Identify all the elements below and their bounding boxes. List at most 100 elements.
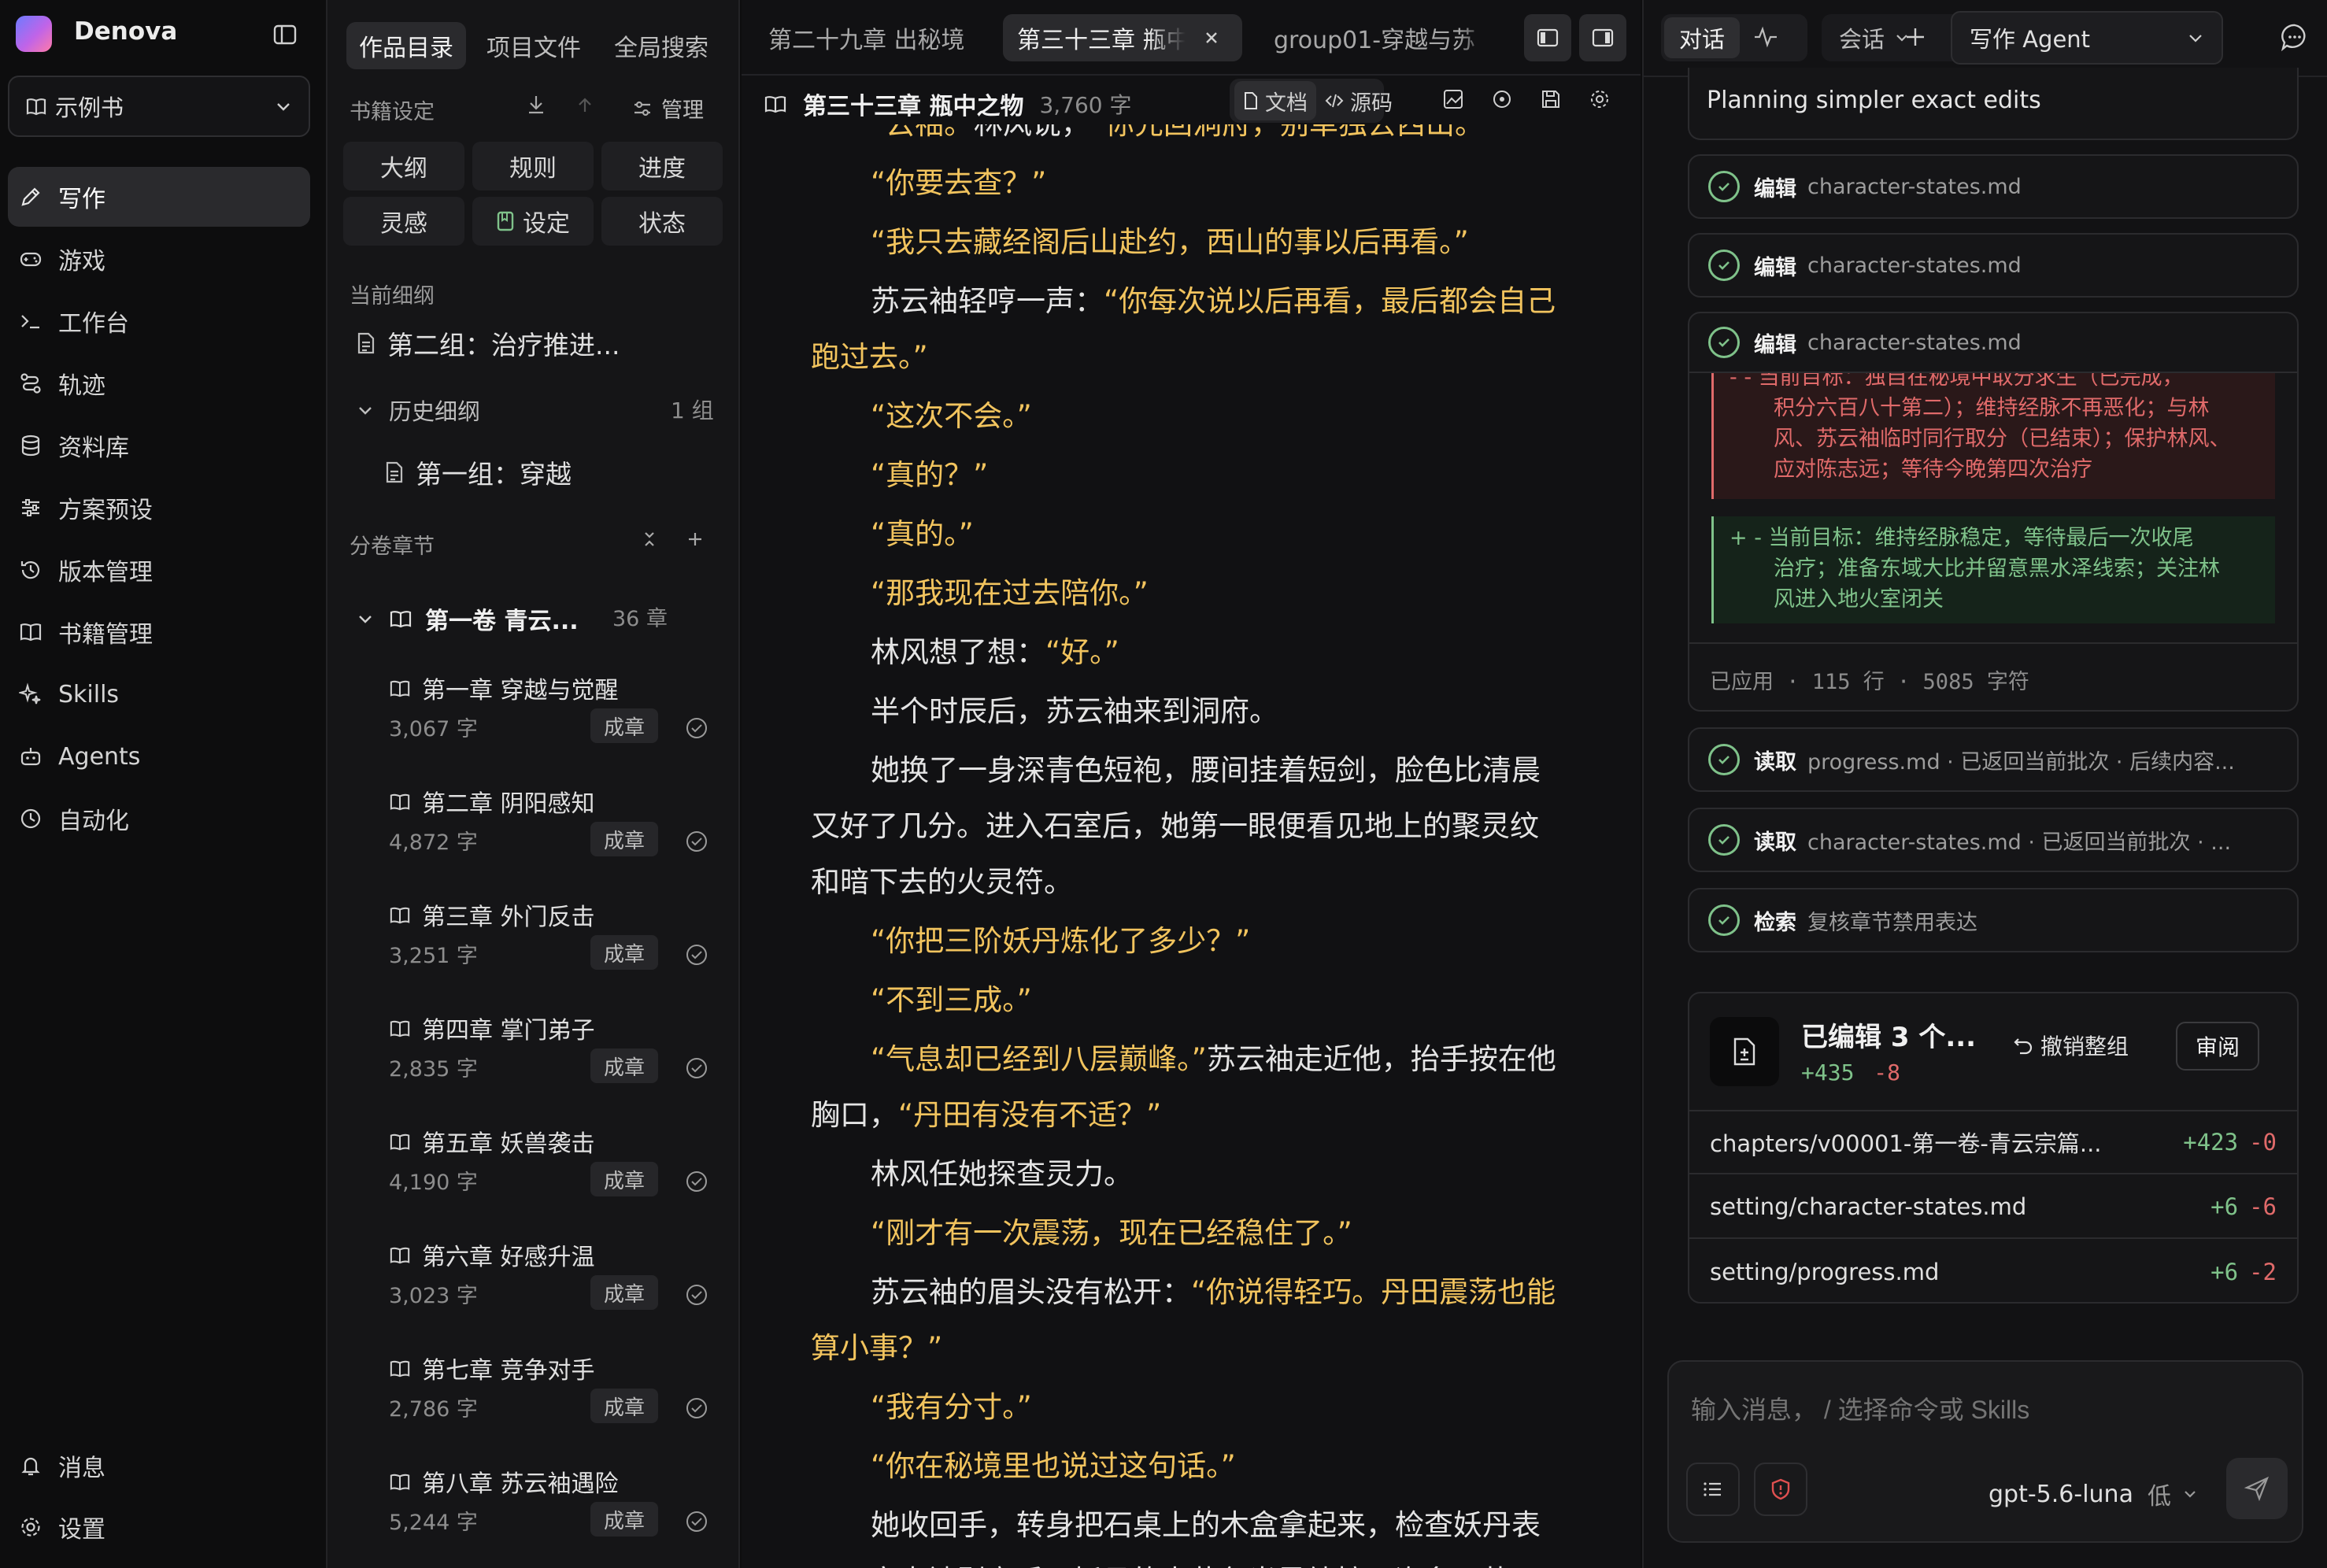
nav-item-3[interactable]: 轨迹 bbox=[8, 353, 310, 413]
nav-item-10[interactable]: 自动化 bbox=[8, 789, 310, 849]
download-icon[interactable] bbox=[524, 93, 548, 116]
session-select[interactable]: 会话 bbox=[1822, 14, 1968, 61]
grid-btn-progress[interactable]: 进度 bbox=[601, 142, 723, 190]
manage-button[interactable]: 管理 bbox=[631, 93, 704, 124]
panel-left-icon[interactable] bbox=[1524, 14, 1571, 61]
chapter-row[interactable]: 第八章 苏云袖遇险 5,244 字 成章 bbox=[327, 1464, 738, 1566]
history-outline-item[interactable]: 第一组：穿越 bbox=[384, 453, 572, 491]
tool-call-card[interactable]: 检索 复核章节禁用表达 bbox=[1688, 888, 2299, 952]
check-circle-icon[interactable] bbox=[685, 1510, 708, 1533]
add-icon[interactable] bbox=[685, 529, 705, 549]
grid-btn-rules[interactable]: 规则 bbox=[472, 142, 594, 190]
sparkle-icon bbox=[19, 682, 43, 706]
check-circle-icon[interactable] bbox=[685, 1170, 708, 1193]
close-icon[interactable] bbox=[1203, 29, 1220, 46]
mode-source-button[interactable]: 源码 bbox=[1319, 81, 1398, 120]
tab-catalog[interactable]: 作品目录 bbox=[346, 22, 466, 69]
changed-file-row[interactable]: setting/progress.md +6 -2 bbox=[1689, 1241, 2297, 1304]
file-diff-icon bbox=[1710, 1017, 1779, 1086]
editor-tab[interactable]: group01-穿越与苏 bbox=[1274, 14, 1491, 61]
nav-item-settings[interactable]: 设置 bbox=[8, 1497, 310, 1557]
nav-item-9[interactable]: Agents bbox=[8, 727, 310, 786]
edit-card[interactable]: 编辑 character-states.md bbox=[1688, 154, 2299, 219]
panel-right-icon[interactable] bbox=[1579, 14, 1626, 61]
lines-added: +6 bbox=[2210, 1193, 2239, 1220]
send-icon[interactable] bbox=[2226, 1458, 2288, 1519]
upload-icon[interactable] bbox=[573, 93, 597, 116]
nav-item-8[interactable]: Skills bbox=[8, 664, 310, 724]
changed-file-name: setting/character-states.md bbox=[1710, 1193, 2027, 1220]
grid-btn-status[interactable]: 状态 bbox=[601, 197, 723, 246]
gear-icon[interactable] bbox=[1589, 88, 1611, 110]
history-toggle[interactable]: 历史细纲 bbox=[356, 394, 480, 427]
paragraph: 苏云袖的眉头没有松开：“你说得轻巧。丹田震荡也能算小事？” bbox=[811, 1264, 1567, 1376]
diff-line-added: 治疗；准备东域大比并留意黑水泽线索；关注林 bbox=[1774, 557, 2220, 581]
check-circle-icon[interactable] bbox=[685, 1056, 708, 1080]
agent-select[interactable]: 写作 Agent bbox=[1951, 11, 2223, 65]
check-circle-icon[interactable] bbox=[685, 830, 708, 853]
image-icon[interactable] bbox=[1442, 88, 1464, 110]
book-icon bbox=[764, 93, 787, 115]
tool-call-card[interactable]: 读取 progress.md · 已返回当前批次 · 后续内容... bbox=[1688, 727, 2299, 792]
chapter-words: 4,872 字 bbox=[389, 830, 478, 855]
chapter-row[interactable]: 第三章 外门反击 3,251 字 成章 bbox=[327, 897, 738, 1000]
changed-file-row[interactable]: setting/character-states.md +6 -6 bbox=[1689, 1176, 2297, 1239]
nav-item-2[interactable]: 工作台 bbox=[8, 291, 310, 351]
grid-btn-inspiration[interactable]: 灵感 bbox=[343, 197, 464, 246]
tab-project-files[interactable]: 项目文件 bbox=[474, 22, 594, 69]
shield-icon[interactable] bbox=[1754, 1463, 1807, 1516]
nav-item-7[interactable]: 书籍管理 bbox=[8, 602, 310, 662]
nav-item-6[interactable]: 版本管理 bbox=[8, 540, 310, 600]
review-button[interactable]: 审阅 bbox=[2176, 1022, 2259, 1071]
save-icon[interactable] bbox=[1540, 88, 1562, 110]
editor-tab[interactable]: 第二十九章 出秘境 bbox=[768, 14, 965, 61]
gamepad-icon bbox=[19, 247, 43, 271]
nav-item-1[interactable]: 游戏 bbox=[8, 229, 310, 289]
undo-group-button[interactable]: 撤销整组 bbox=[2012, 1030, 2129, 1061]
message-input[interactable] bbox=[1691, 1390, 2273, 1429]
mode-doc-button[interactable]: 文档 bbox=[1234, 81, 1316, 120]
edit-row[interactable]: 编辑 character-states.md bbox=[1689, 313, 2297, 373]
grid-btn-settings[interactable]: 设定 bbox=[472, 197, 594, 246]
volume-row[interactable]: 第一卷 青云... bbox=[356, 601, 579, 636]
nav-item-5[interactable]: 方案预设 bbox=[8, 478, 310, 538]
check-circle-icon[interactable] bbox=[685, 1396, 708, 1420]
book-select[interactable]: 示例书 bbox=[8, 76, 310, 137]
chapter-row[interactable]: 第五章 妖兽袭击 4,190 字 成章 bbox=[327, 1124, 738, 1226]
chapter-row[interactable]: 第二章 阴阳感知 4,872 字 成章 bbox=[327, 784, 738, 886]
chevron-down-icon bbox=[2182, 1486, 2198, 1502]
sidebar-toggle-icon[interactable] bbox=[269, 19, 301, 50]
history-label: 历史细纲 bbox=[389, 398, 481, 425]
catalog-panel: 作品目录 项目文件 全局搜索 书籍设定 管理 大纲 规则 进度 灵感 设定 状态… bbox=[326, 0, 740, 1568]
chapter-row[interactable]: 第七章 竞争对手 2,786 字 成章 bbox=[327, 1351, 738, 1453]
chapter-row[interactable]: 第四章 掌门弟子 2,835 字 成章 bbox=[327, 1011, 738, 1113]
target-icon[interactable] bbox=[1491, 88, 1513, 110]
changed-file-row[interactable]: chapters/v00001-第一卷-青云宗篇... +423 -0 bbox=[1689, 1111, 2297, 1174]
chapter-row[interactable]: 第六章 好感升温 3,023 字 成章 bbox=[327, 1237, 738, 1340]
chapter-row[interactable]: 第一章 穿越与觉醒 3,067 字 成章 bbox=[327, 671, 738, 773]
tool-call-card[interactable]: 读取 character-states.md · 已返回当前批次 · ... bbox=[1688, 808, 2299, 872]
editor-body[interactable]: “云袖。”林风说，“你先回洞府，别单独去西山。” “你要去查？” “我只去藏经阁后山… bbox=[742, 124, 1641, 1568]
chapter-title: 第六章 好感升温 bbox=[389, 1237, 595, 1272]
nav-item-0[interactable]: 写作 bbox=[8, 167, 310, 227]
tab-chat[interactable]: 对话 bbox=[1664, 17, 1740, 58]
editor-tab-active[interactable]: 第三十三章 瓶中 bbox=[1003, 14, 1242, 61]
narration-text: 苏云袖轻哼一声： bbox=[871, 284, 1104, 318]
check-circle-icon[interactable] bbox=[685, 943, 708, 967]
check-circle-icon[interactable] bbox=[685, 716, 708, 740]
check-circle-icon[interactable] bbox=[685, 1283, 708, 1307]
plus-icon[interactable] bbox=[1902, 24, 1929, 50]
grid-btn-outline[interactable]: 大纲 bbox=[343, 142, 464, 190]
tab-global-search[interactable]: 全局搜索 bbox=[601, 22, 721, 69]
current-outline-item[interactable]: 第二组：治疗推进... bbox=[356, 324, 620, 362]
collapse-icon[interactable] bbox=[639, 529, 660, 549]
model-select[interactable]: gpt-5.6-luna 低 bbox=[1988, 1477, 2198, 1511]
list-icon[interactable] bbox=[1686, 1463, 1740, 1516]
grid-btn-settings-label: 设定 bbox=[523, 210, 570, 238]
terminal-icon bbox=[19, 309, 43, 333]
activity-icon[interactable] bbox=[1752, 24, 1779, 50]
chat-bubble-icon[interactable] bbox=[2280, 22, 2310, 52]
nav-item-4[interactable]: 资料库 bbox=[8, 416, 310, 475]
nav-item-messages[interactable]: 消息 bbox=[8, 1436, 310, 1496]
edit-card[interactable]: 编辑 character-states.md bbox=[1688, 233, 2299, 298]
